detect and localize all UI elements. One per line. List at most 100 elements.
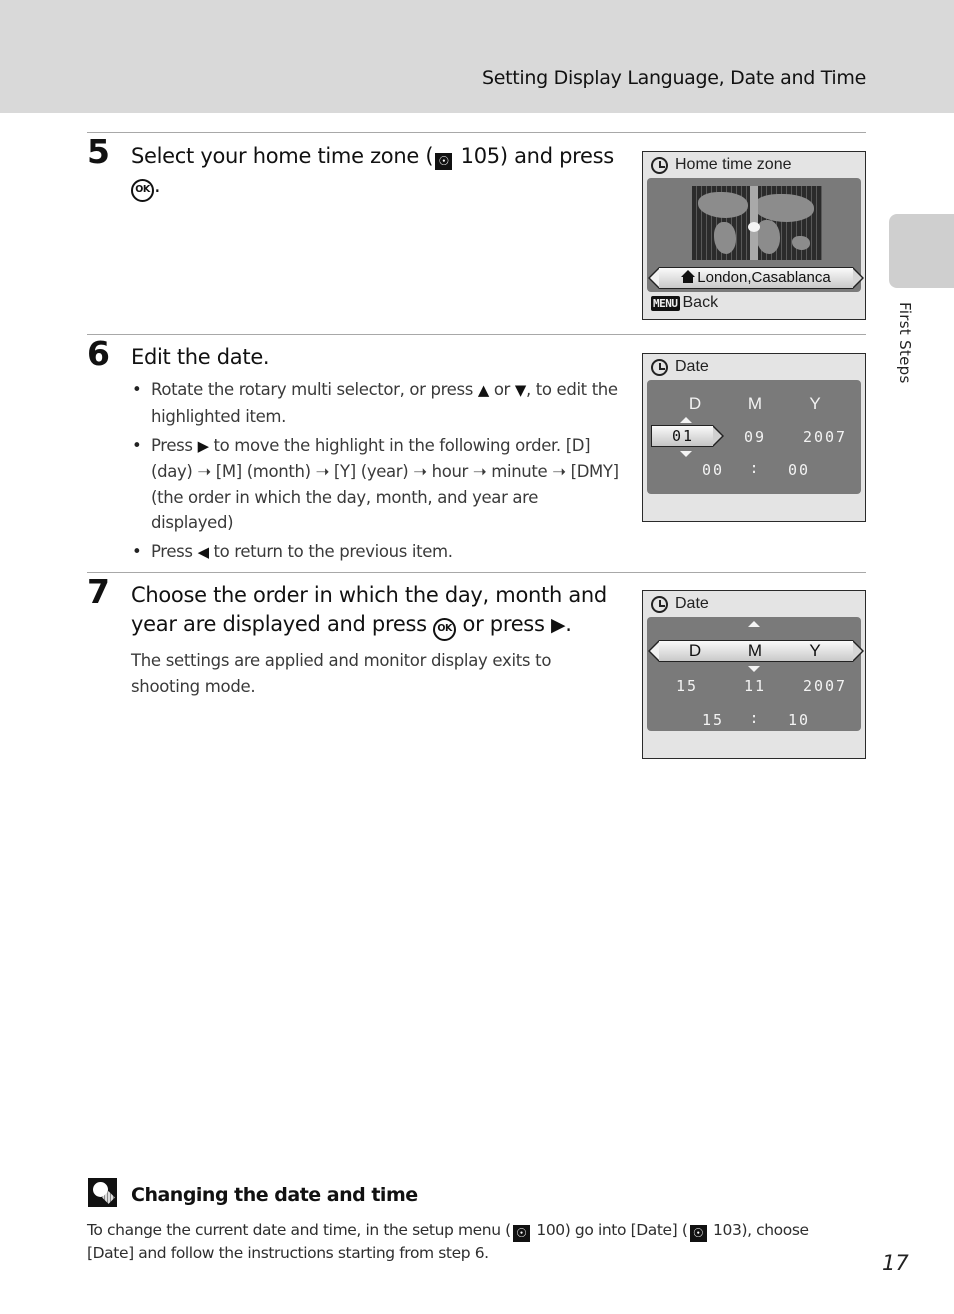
time-zone-value: London,Casablanca xyxy=(697,269,831,286)
clock-icon xyxy=(651,595,668,613)
month-value[interactable]: 11 xyxy=(735,677,775,695)
previous-zone-arrow-icon[interactable] xyxy=(648,266,659,289)
right-arrow-icon: ▶ xyxy=(550,614,566,636)
down-arrow-icon: ▼ xyxy=(514,381,526,399)
section-title: Setting Display Language, Date and Time xyxy=(481,67,866,89)
camera-screen-home-time-zone: Home time zone London,Casablanca MENU Ba… xyxy=(642,151,866,320)
home-location-marker xyxy=(748,222,760,232)
step-title-text: . xyxy=(565,612,572,636)
time-separator: : xyxy=(749,459,761,477)
minute-value[interactable]: 00 xyxy=(781,461,817,479)
hour-value[interactable]: 15 xyxy=(695,711,731,729)
decrement-arrow-icon[interactable] xyxy=(680,451,692,457)
chapter-label: First Steps xyxy=(896,302,914,384)
screen-title: Home time zone xyxy=(675,156,792,173)
next-order-arrow-icon[interactable] xyxy=(853,639,864,662)
page-reference: 105 xyxy=(460,144,500,168)
ok-button-icon: OK xyxy=(433,618,457,641)
screen-footer: MENU Back xyxy=(651,294,718,312)
ok-button-icon: OK xyxy=(131,179,154,202)
instruction-text: Rotate the rotary multi selector, or pre… xyxy=(151,380,478,399)
increment-arrow-icon[interactable] xyxy=(680,417,692,423)
year-header: Y xyxy=(809,641,821,660)
screen-panel: D M Y 15 11 2007 15 : 10 xyxy=(647,617,864,731)
right-arrow-icon: ▶ xyxy=(197,436,209,455)
tip-lightbulb-icon xyxy=(88,1178,117,1207)
map-landmass xyxy=(792,236,810,250)
month-value[interactable]: 09 xyxy=(735,428,775,446)
step-number: 5 xyxy=(87,132,110,171)
day-value: 01 xyxy=(671,427,695,445)
camera-screen-date-edit: Date D M Y 01 09 2007 00 : 00 xyxy=(642,353,866,522)
step-title-text: or press xyxy=(462,612,545,636)
step-title-text: . xyxy=(154,173,161,197)
step-title-text: year are displayed and press xyxy=(131,612,427,636)
instruction-item: Rotate the rotary multi selector, or pre… xyxy=(131,377,621,429)
step-title-text: Choose the order in which the day, month… xyxy=(131,583,607,607)
chapter-tab xyxy=(889,214,954,288)
screen-title: Date xyxy=(675,358,709,375)
increment-arrow-icon[interactable] xyxy=(748,621,760,627)
time-zone-selector[interactable]: London,Casablanca xyxy=(648,266,864,289)
hour-value[interactable]: 00 xyxy=(695,461,731,479)
map-landmass xyxy=(698,192,748,218)
decrement-arrow-icon[interactable] xyxy=(748,666,760,672)
day-field-highlighted[interactable]: 01 xyxy=(651,424,724,447)
home-icon xyxy=(681,270,696,283)
reference-icon: ☉ xyxy=(435,153,453,170)
divider xyxy=(87,572,866,573)
screen-header: Home time zone xyxy=(651,156,792,174)
menu-button-icon: MENU xyxy=(651,295,680,311)
world-map xyxy=(692,186,822,260)
highlight-pointer xyxy=(713,424,724,447)
tip-text-part: To change the current date and time, in … xyxy=(87,1221,511,1239)
back-label: Back xyxy=(682,294,719,311)
screen-title: Date xyxy=(675,595,709,612)
step-title: Edit the date. xyxy=(131,345,270,369)
tip-title: Changing the date and time xyxy=(131,1184,418,1206)
step-title: Choose the order in which the day, month… xyxy=(131,581,621,641)
divider xyxy=(87,132,866,133)
map-landmass xyxy=(754,194,814,222)
date-order-selector[interactable]: D M Y xyxy=(648,639,864,662)
month-header: M xyxy=(747,641,763,660)
instruction-text: to return to the previous item. xyxy=(208,542,453,561)
year-value[interactable]: 2007 xyxy=(800,428,850,446)
screen-header: Date xyxy=(651,358,709,376)
step-title-text: ) and press xyxy=(499,144,614,168)
step-title: Select your home time zone (☉ 105) and p… xyxy=(131,142,621,202)
year-value[interactable]: 2007 xyxy=(800,677,850,695)
month-header: M xyxy=(747,394,763,413)
previous-order-arrow-icon[interactable] xyxy=(648,639,659,662)
page-number: 17 xyxy=(882,1251,909,1275)
step-description: The settings are applied and monitor dis… xyxy=(131,651,552,696)
reference-icon: ☉ xyxy=(689,1225,707,1242)
step-number: 7 xyxy=(87,572,110,611)
step-number: 6 xyxy=(87,334,110,373)
page-reference: 100 xyxy=(536,1221,565,1239)
camera-screen-date-order: Date D M Y 15 11 2007 15 : 10 xyxy=(642,590,866,759)
instruction-text: Press xyxy=(151,542,198,561)
screen-header: Date xyxy=(651,595,709,613)
tip-text-part: ) go into [Date] ( xyxy=(564,1221,688,1239)
instruction-item: Press ▶ to move the highlight in the fol… xyxy=(131,433,621,536)
page-reference: 103 xyxy=(713,1221,742,1239)
left-arrow-icon: ◀ xyxy=(197,543,209,561)
up-arrow-icon: ▲ xyxy=(477,381,489,399)
clock-icon xyxy=(651,358,668,376)
clock-icon xyxy=(651,156,668,174)
tip-text: To change the current date and time, in … xyxy=(87,1219,847,1264)
day-value[interactable]: 15 xyxy=(669,677,705,695)
minute-value[interactable]: 10 xyxy=(781,711,817,729)
day-header: D xyxy=(688,641,702,660)
time-separator: : xyxy=(749,709,761,727)
day-header: D xyxy=(688,394,702,413)
divider xyxy=(87,334,866,335)
instruction-list: Rotate the rotary multi selector, or pre… xyxy=(131,377,621,569)
instruction-text: Press xyxy=(151,435,198,455)
next-zone-arrow-icon[interactable] xyxy=(853,266,864,289)
reference-icon: ☉ xyxy=(512,1225,530,1242)
year-header: Y xyxy=(809,394,821,413)
map-landmass xyxy=(714,222,736,254)
time-zone-label: London,Casablanca xyxy=(659,269,853,286)
